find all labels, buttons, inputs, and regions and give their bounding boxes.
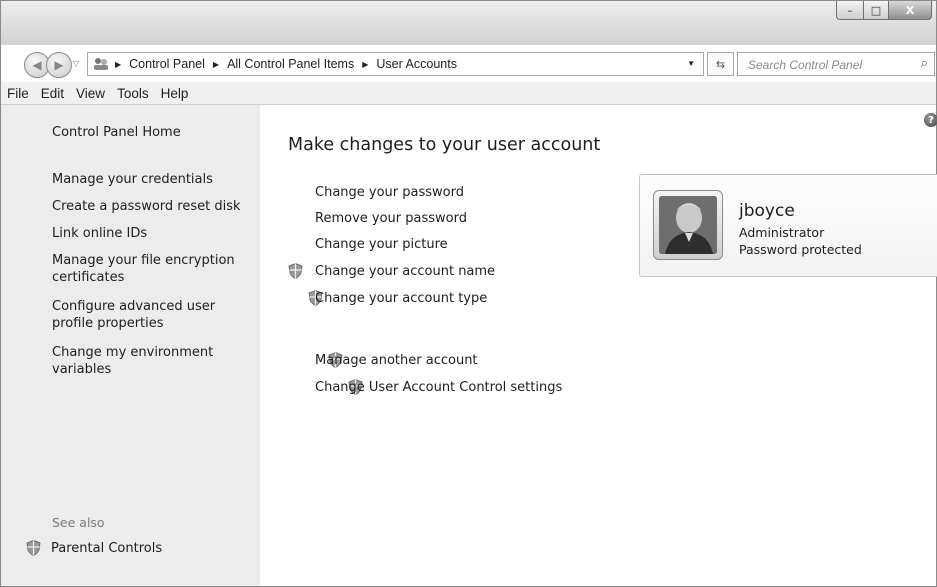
sidebar-password-reset-disk[interactable]: Create a password reset disk [52, 198, 242, 215]
sidebar-advanced-profile[interactable]: Configure advanced user profile properti… [52, 298, 242, 332]
menu-edit[interactable]: Edit [41, 86, 64, 101]
sidebar-parental-controls[interactable]: Parental Controls [26, 540, 162, 556]
parental-controls-label[interactable]: Parental Controls [51, 541, 162, 556]
task-change-account-type[interactable]: Change your account type [315, 290, 487, 307]
refresh-icon[interactable]: ⇆ [707, 52, 734, 76]
control-panel-icon [93, 57, 109, 71]
task-uac-settings[interactable]: Change User Account Control settings [315, 379, 562, 396]
address-dropdown-icon[interactable]: ▼ [687, 59, 695, 68]
control-panel-window: – □ X ◀ ▶ ▽ ▶ Control Panel ▶ All Contro… [0, 0, 937, 587]
page-title: Make changes to your user account [288, 135, 601, 155]
menu-tools[interactable]: Tools [117, 86, 149, 101]
menu-bar: File Edit View Tools Help [1, 82, 936, 105]
uac-shield-icon [26, 540, 41, 556]
user-password-status: Password protected [739, 242, 862, 257]
caption-buttons: – □ X [836, 1, 932, 21]
chevron-right-icon[interactable]: ▶ [213, 60, 219, 69]
main-content: ? Make changes to your user account Chan… [260, 105, 937, 586]
search-icon[interactable]: ⌕ [921, 55, 928, 71]
sidebar-file-encryption[interactable]: Manage your file encryption certificates [52, 252, 242, 286]
user-name: jboyce [739, 201, 795, 221]
menu-help[interactable]: Help [161, 86, 189, 101]
see-also-label: See also [52, 515, 105, 530]
breadcrumb-user-accounts[interactable]: User Accounts [376, 57, 457, 71]
search-box[interactable]: ⌕ [737, 52, 935, 76]
sidebar-control-panel-home[interactable]: Control Panel Home [52, 124, 242, 141]
sidebar-manage-credentials[interactable]: Manage your credentials [52, 171, 242, 188]
user-avatar[interactable] [653, 190, 723, 260]
breadcrumb-all-items[interactable]: All Control Panel Items [227, 57, 354, 71]
chevron-right-icon[interactable]: ▶ [115, 60, 121, 69]
task-manage-another-account[interactable]: Manage another account [315, 352, 478, 369]
user-picture [659, 196, 717, 254]
task-pane: Control Panel Home Manage your credentia… [1, 105, 260, 586]
sidebar-environment-variables[interactable]: Change my environment variables [52, 344, 242, 378]
task-remove-password[interactable]: Remove your password [315, 210, 467, 227]
user-account-card: jboyce Administrator Password protected [639, 174, 937, 277]
sidebar-link-online-ids[interactable]: Link online IDs [52, 225, 242, 242]
menu-view[interactable]: View [76, 86, 105, 101]
menu-file[interactable]: File [7, 86, 29, 101]
recent-pages-dropdown[interactable]: ▽ [73, 59, 79, 68]
task-change-password[interactable]: Change your password [315, 184, 464, 201]
search-input[interactable] [746, 54, 910, 76]
breadcrumb-control-panel[interactable]: Control Panel [129, 57, 205, 71]
close-button[interactable]: X [889, 1, 932, 20]
forward-button[interactable]: ▶ [46, 52, 72, 78]
title-bar[interactable]: – □ X [1, 1, 936, 45]
maximize-button[interactable]: □ [864, 1, 889, 20]
task-change-account-name[interactable]: Change your account name [315, 263, 495, 280]
navigation-bar: ◀ ▶ ▽ ▶ Control Panel ▶ All Control Pane… [1, 46, 936, 82]
minimize-button[interactable]: – [836, 1, 864, 20]
address-bar[interactable]: ▶ Control Panel ▶ All Control Panel Item… [87, 52, 704, 76]
task-change-picture[interactable]: Change your picture [315, 236, 448, 253]
uac-shield-icon [288, 263, 303, 279]
user-role: Administrator [739, 225, 825, 240]
chevron-right-icon[interactable]: ▶ [362, 60, 368, 69]
help-icon[interactable]: ? [924, 113, 937, 127]
